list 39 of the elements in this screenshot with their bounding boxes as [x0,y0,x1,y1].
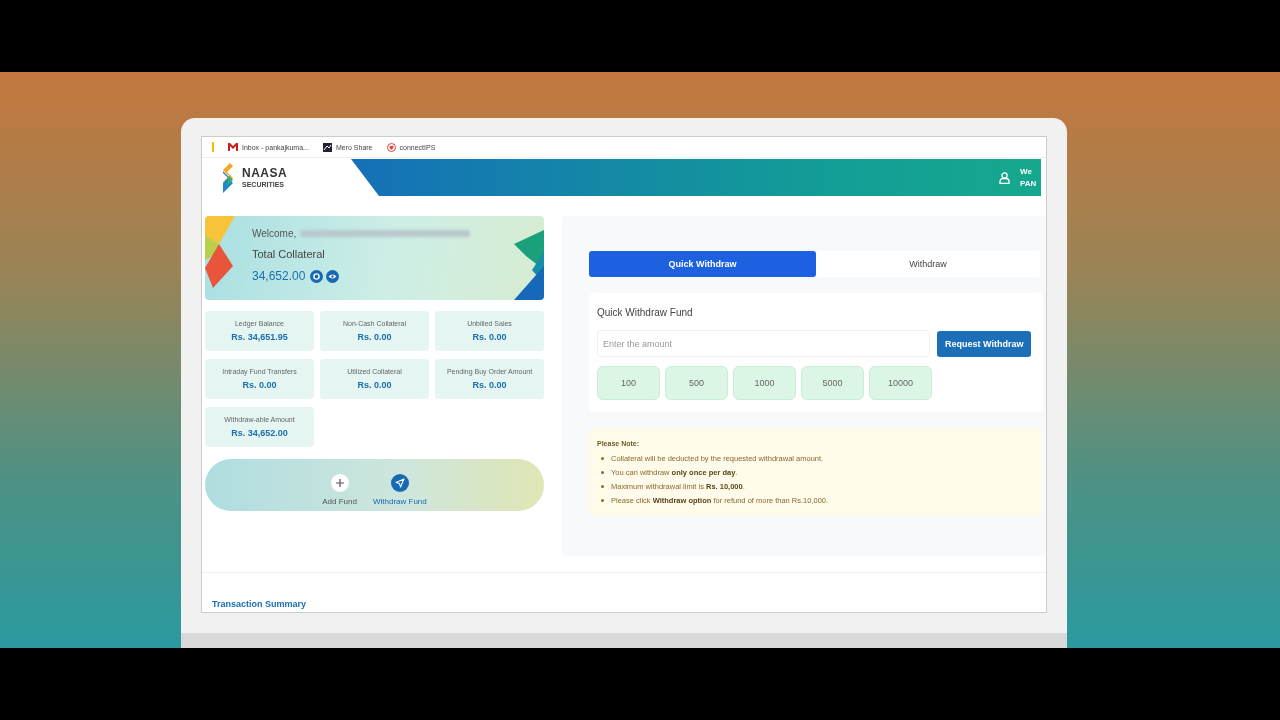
stat-value: Rs. 0.00 [357,332,392,342]
amount-chip[interactable]: 1000 [733,366,796,400]
logo-name: NAASA [242,167,288,179]
amount-chip[interactable]: 5000 [801,366,864,400]
share-icon [322,142,332,152]
user-greeting: We [1020,165,1033,178]
tab[interactable]: Withdraw [816,251,1040,277]
user-greeting: PAN [1020,177,1037,190]
section-title: Quick Withdraw Fund [597,307,694,318]
action-button[interactable]: Withdraw Fund [372,474,427,506]
stat-value: Rs. 0.00 [472,380,507,390]
amount-chip[interactable]: 500 [665,366,728,400]
user-icon [999,171,1010,184]
collateral-amount: 34,652.00 [252,269,306,283]
bullet-icon [601,471,604,474]
ring-icon [310,269,324,283]
stat-value: Rs. 0.00 [357,380,392,390]
logo-icon [220,162,236,193]
amount-chip[interactable]: 100 [597,366,660,400]
request-withdraw-button[interactable]: Request Withdraw [937,330,1032,357]
send-icon [390,474,409,492]
bullet-icon [601,499,604,502]
stat-value: Rs. 34,652.00 [231,428,288,438]
section-link[interactable]: Transaction Summary [212,599,307,609]
amount-field[interactable]: Enter the amount [597,330,930,357]
plus-icon [330,474,349,492]
tab[interactable]: Quick Withdraw [589,251,816,277]
eye-icon [326,269,340,283]
stat-value: Rs. 0.00 [242,380,277,390]
bullet-icon [601,457,604,460]
mail-icon [228,143,238,151]
bullet-icon [601,485,604,488]
welcome-text: Welcome, [252,228,297,239]
stat-value: Rs. 34,651.95 [231,332,288,342]
heart-icon [386,142,396,152]
action-button[interactable]: Add Fund [322,474,357,506]
collateral-title: Total Collateral [252,248,326,260]
stat-value: Rs. 0.00 [472,332,507,342]
amount-chip[interactable]: 10000 [869,366,932,400]
